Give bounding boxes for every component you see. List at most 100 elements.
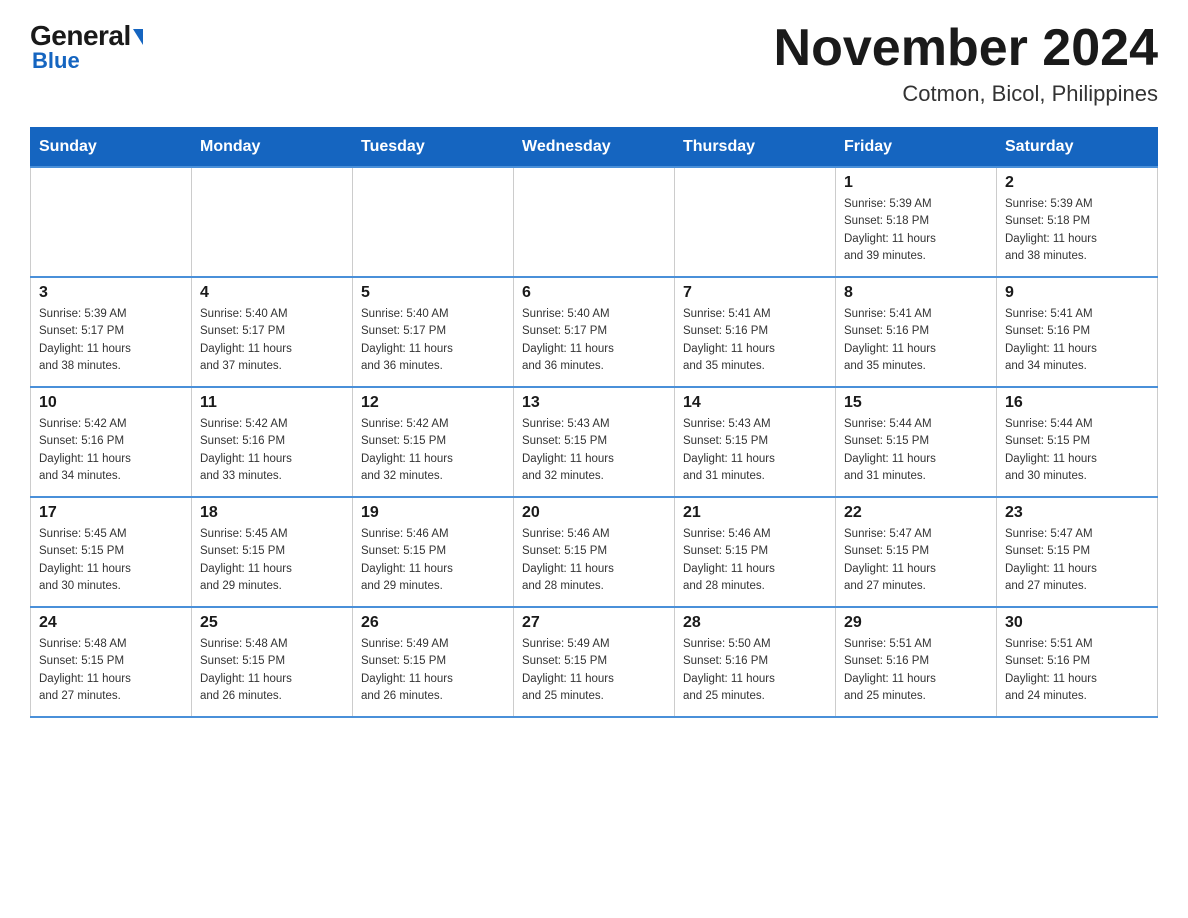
- calendar-cell: 1 Sunrise: 5:39 AMSunset: 5:18 PMDaylight…: [836, 167, 997, 277]
- day-number: 8: [844, 284, 988, 302]
- day-info: Sunrise: 5:41 AMSunset: 5:16 PMDaylight:…: [683, 306, 827, 375]
- calendar-cell: 25 Sunrise: 5:48 AMSunset: 5:15 PMDayligh…: [192, 607, 353, 717]
- day-info: Sunrise: 5:41 AMSunset: 5:16 PMDaylight:…: [844, 306, 988, 375]
- calendar-header-saturday: Saturday: [997, 128, 1158, 168]
- day-number: 5: [361, 284, 505, 302]
- day-number: 12: [361, 394, 505, 412]
- calendar-cell: 27 Sunrise: 5:49 AMSunset: 5:15 PMDayligh…: [514, 607, 675, 717]
- day-info: Sunrise: 5:39 AMSunset: 5:17 PMDaylight:…: [39, 306, 183, 375]
- day-info: Sunrise: 5:40 AMSunset: 5:17 PMDaylight:…: [361, 306, 505, 375]
- calendar-cell: 3Sunrise: 5:39 AMSunset: 5:17 PMDaylight…: [31, 277, 192, 387]
- calendar-cell: [514, 167, 675, 277]
- calendar-header-tuesday: Tuesday: [353, 128, 514, 168]
- day-info: Sunrise: 5:44 AMSunset: 5:15 PMDaylight:…: [844, 416, 988, 485]
- calendar-week-4: 17 Sunrise: 5:45 AMSunset: 5:15 PMDayligh…: [31, 497, 1158, 607]
- calendar-header-row: SundayMondayTuesdayWednesdayThursdayFrid…: [31, 128, 1158, 168]
- day-info: Sunrise: 5:49 AMSunset: 5:15 PMDaylight:…: [361, 636, 505, 705]
- day-info: Sunrise: 5:48 AMSunset: 5:15 PMDaylight:…: [200, 636, 344, 705]
- calendar-cell: 18 Sunrise: 5:45 AMSunset: 5:15 PMDayligh…: [192, 497, 353, 607]
- calendar-cell: 21Sunrise: 5:46 AMSunset: 5:15 PMDayligh…: [675, 497, 836, 607]
- calendar-header-friday: Friday: [836, 128, 997, 168]
- calendar-cell: 12 Sunrise: 5:42 AMSunset: 5:15 PMDayligh…: [353, 387, 514, 497]
- calendar-cell: 28 Sunrise: 5:50 AMSunset: 5:16 PMDayligh…: [675, 607, 836, 717]
- logo: General Blue: [30, 20, 143, 74]
- calendar-week-1: 1 Sunrise: 5:39 AMSunset: 5:18 PMDaylight…: [31, 167, 1158, 277]
- day-number: 13: [522, 394, 666, 412]
- logo-blue: Blue: [32, 48, 80, 74]
- day-info: Sunrise: 5:49 AMSunset: 5:15 PMDaylight:…: [522, 636, 666, 705]
- day-info: Sunrise: 5:47 AMSunset: 5:15 PMDaylight:…: [844, 526, 988, 595]
- day-info: Sunrise: 5:47 AMSunset: 5:15 PMDaylight:…: [1005, 526, 1149, 595]
- day-number: 30: [1005, 614, 1149, 632]
- calendar-cell: [675, 167, 836, 277]
- day-number: 19: [361, 504, 505, 522]
- day-number: 29: [844, 614, 988, 632]
- day-info: Sunrise: 5:42 AMSunset: 5:16 PMDaylight:…: [200, 416, 344, 485]
- day-number: 26: [361, 614, 505, 632]
- day-info: Sunrise: 5:46 AMSunset: 5:15 PMDaylight:…: [522, 526, 666, 595]
- calendar-cell: 2 Sunrise: 5:39 AMSunset: 5:18 PMDaylight…: [997, 167, 1158, 277]
- day-number: 2: [1005, 174, 1149, 192]
- day-info: Sunrise: 5:39 AMSunset: 5:18 PMDaylight:…: [1005, 196, 1149, 265]
- calendar-cell: 6 Sunrise: 5:40 AMSunset: 5:17 PMDaylight…: [514, 277, 675, 387]
- calendar-cell: 20 Sunrise: 5:46 AMSunset: 5:15 PMDayligh…: [514, 497, 675, 607]
- page-header: General Blue November 2024 Cotmon, Bicol…: [30, 20, 1158, 107]
- calendar-cell: [353, 167, 514, 277]
- day-number: 24: [39, 614, 183, 632]
- calendar-cell: 13 Sunrise: 5:43 AMSunset: 5:15 PMDayligh…: [514, 387, 675, 497]
- day-info: Sunrise: 5:40 AMSunset: 5:17 PMDaylight:…: [522, 306, 666, 375]
- day-info: Sunrise: 5:50 AMSunset: 5:16 PMDaylight:…: [683, 636, 827, 705]
- day-number: 18: [200, 504, 344, 522]
- day-info: Sunrise: 5:51 AMSunset: 5:16 PMDaylight:…: [844, 636, 988, 705]
- day-info: Sunrise: 5:43 AMSunset: 5:15 PMDaylight:…: [522, 416, 666, 485]
- calendar-cell: 29 Sunrise: 5:51 AMSunset: 5:16 PMDayligh…: [836, 607, 997, 717]
- calendar-cell: 26 Sunrise: 5:49 AMSunset: 5:15 PMDayligh…: [353, 607, 514, 717]
- calendar-header-sunday: Sunday: [31, 128, 192, 168]
- day-number: 27: [522, 614, 666, 632]
- day-number: 9: [1005, 284, 1149, 302]
- calendar-week-3: 10 Sunrise: 5:42 AMSunset: 5:16 PMDayligh…: [31, 387, 1158, 497]
- calendar-cell: 23Sunrise: 5:47 AMSunset: 5:15 PMDayligh…: [997, 497, 1158, 607]
- day-number: 10: [39, 394, 183, 412]
- calendar-cell: 16Sunrise: 5:44 AMSunset: 5:15 PMDayligh…: [997, 387, 1158, 497]
- day-info: Sunrise: 5:41 AMSunset: 5:16 PMDaylight:…: [1005, 306, 1149, 375]
- day-number: 7: [683, 284, 827, 302]
- day-info: Sunrise: 5:45 AMSunset: 5:15 PMDaylight:…: [200, 526, 344, 595]
- calendar-cell: 17Sunrise: 5:45 AMSunset: 5:15 PMDayligh…: [31, 497, 192, 607]
- calendar-cell: 8 Sunrise: 5:41 AMSunset: 5:16 PMDaylight…: [836, 277, 997, 387]
- day-number: 22: [844, 504, 988, 522]
- calendar-cell: 14 Sunrise: 5:43 AMSunset: 5:15 PMDayligh…: [675, 387, 836, 497]
- calendar-cell: 5 Sunrise: 5:40 AMSunset: 5:17 PMDaylight…: [353, 277, 514, 387]
- day-number: 6: [522, 284, 666, 302]
- day-number: 16: [1005, 394, 1149, 412]
- title-block: November 2024 Cotmon, Bicol, Philippines: [774, 20, 1158, 107]
- day-number: 25: [200, 614, 344, 632]
- calendar-cell: 11 Sunrise: 5:42 AMSunset: 5:16 PMDayligh…: [192, 387, 353, 497]
- day-info: Sunrise: 5:51 AMSunset: 5:16 PMDaylight:…: [1005, 636, 1149, 705]
- day-number: 1: [844, 174, 988, 192]
- location-title: Cotmon, Bicol, Philippines: [774, 81, 1158, 107]
- calendar-header-thursday: Thursday: [675, 128, 836, 168]
- day-info: Sunrise: 5:39 AMSunset: 5:18 PMDaylight:…: [844, 196, 988, 265]
- calendar-cell: 30 Sunrise: 5:51 AMSunset: 5:16 PMDayligh…: [997, 607, 1158, 717]
- day-number: 11: [200, 394, 344, 412]
- calendar-cell: 9 Sunrise: 5:41 AMSunset: 5:16 PMDaylight…: [997, 277, 1158, 387]
- calendar-cell: [192, 167, 353, 277]
- day-info: Sunrise: 5:40 AMSunset: 5:17 PMDaylight:…: [200, 306, 344, 375]
- calendar-cell: 15 Sunrise: 5:44 AMSunset: 5:15 PMDayligh…: [836, 387, 997, 497]
- day-number: 14: [683, 394, 827, 412]
- day-number: 15: [844, 394, 988, 412]
- day-number: 4: [200, 284, 344, 302]
- day-info: Sunrise: 5:43 AMSunset: 5:15 PMDaylight:…: [683, 416, 827, 485]
- calendar-week-2: 3Sunrise: 5:39 AMSunset: 5:17 PMDaylight…: [31, 277, 1158, 387]
- day-number: 28: [683, 614, 827, 632]
- day-info: Sunrise: 5:42 AMSunset: 5:15 PMDaylight:…: [361, 416, 505, 485]
- day-info: Sunrise: 5:48 AMSunset: 5:15 PMDaylight:…: [39, 636, 183, 705]
- calendar-cell: [31, 167, 192, 277]
- day-info: Sunrise: 5:42 AMSunset: 5:16 PMDaylight:…: [39, 416, 183, 485]
- calendar-cell: 19Sunrise: 5:46 AMSunset: 5:15 PMDayligh…: [353, 497, 514, 607]
- calendar-week-5: 24 Sunrise: 5:48 AMSunset: 5:15 PMDayligh…: [31, 607, 1158, 717]
- day-number: 20: [522, 504, 666, 522]
- calendar-table: SundayMondayTuesdayWednesdayThursdayFrid…: [30, 127, 1158, 718]
- day-number: 17: [39, 504, 183, 522]
